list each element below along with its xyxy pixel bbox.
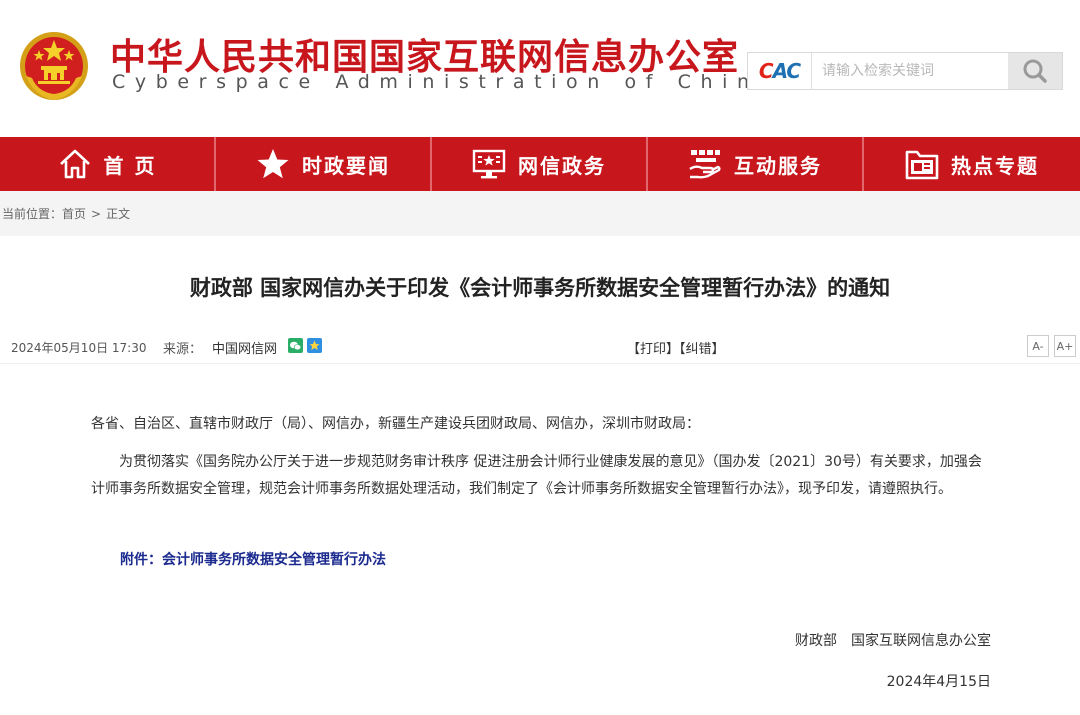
breadcrumb-separator: >	[91, 207, 102, 221]
home-icon	[58, 147, 92, 181]
source-label: 来源：	[163, 342, 203, 357]
attachment-label: 附件：	[120, 552, 162, 568]
breadcrumb-current: 正文	[106, 207, 131, 221]
nav-label: 互动服务	[734, 153, 822, 178]
nav-item-affairs[interactable]: 网信政务	[432, 137, 648, 191]
hand-service-icon	[688, 147, 722, 181]
qzone-share-icon[interactable]	[307, 338, 322, 353]
font-larger-label: A+	[1056, 339, 1074, 353]
search-box: CAC	[747, 52, 1063, 90]
breadcrumb-home-link[interactable]: 首页	[62, 207, 86, 221]
nav-item-topics[interactable]: 热点专题	[864, 137, 1080, 191]
article-source: 来源： 中国网信网	[163, 338, 277, 357]
folder-icon	[905, 147, 939, 181]
source-value: 中国网信网	[212, 342, 278, 357]
nav-item-home[interactable]: 首 页	[0, 137, 216, 191]
main-nav: 首 页 时政要闻 网信政务 互动服务 热点专题	[0, 137, 1080, 191]
font-smaller-button[interactable]: A-	[1027, 335, 1049, 357]
search-button[interactable]	[1008, 53, 1062, 89]
article-body: 各省、自治区、直辖市财政厅（局）、网信办，新疆生产建设兵团财政局、网信办，深圳市…	[91, 411, 991, 503]
wechat-share-icon[interactable]	[288, 338, 303, 353]
search-input[interactable]	[813, 53, 1009, 89]
site-subtitle: Cyberspace Administration of China	[112, 71, 780, 93]
nav-label: 首 页	[103, 153, 157, 178]
nav-item-news[interactable]: 时政要闻	[216, 137, 432, 191]
sign-date: 2024年4月15日	[886, 674, 991, 690]
national-emblem-icon[interactable]	[14, 26, 94, 106]
nav-item-interactive[interactable]: 互动服务	[648, 137, 864, 191]
site-header: 中华人民共和国国家互联网信息办公室 Cyberspace Administrat…	[0, 0, 1080, 137]
attachment: 附件：会计师事务所数据安全管理暂行办法	[120, 549, 386, 569]
cac-logo: CAC	[748, 53, 812, 89]
star-icon	[256, 147, 290, 181]
search-icon	[1023, 59, 1047, 83]
print-link[interactable]: 【打印】	[627, 342, 679, 357]
monitor-icon	[472, 147, 506, 181]
breadcrumb-bar: 当前位置：首页 > 正文	[0, 191, 1080, 236]
publish-date: 2024年05月10日 17:30	[11, 341, 147, 355]
attachment-link[interactable]: 会计师事务所数据安全管理暂行办法	[162, 552, 386, 568]
nav-label: 网信政务	[518, 153, 606, 178]
breadcrumb: 当前位置：首页 > 正文	[2, 205, 130, 222]
share-buttons	[288, 338, 322, 353]
article-title: 财政部 国家网信办关于印发《会计师事务所数据安全管理暂行办法》的通知	[189, 276, 891, 300]
font-smaller-label: A-	[1032, 339, 1044, 353]
article-tools: 【打印】【纠错】	[627, 338, 725, 357]
font-larger-button[interactable]: A+	[1054, 335, 1076, 357]
nav-label: 热点专题	[951, 153, 1039, 178]
signatories: 财政部 国家互联网信息办公室	[795, 633, 991, 649]
article-meta: 2024年05月10日 17:30 来源： 中国网信网 【打印】【纠错】 A- A…	[0, 328, 1080, 364]
nav-label: 时政要闻	[302, 153, 390, 178]
salutation: 各省、自治区、直辖市财政厅（局）、网信办，新疆生产建设兵团财政局、网信办，深圳市…	[91, 416, 700, 432]
breadcrumb-prefix: 当前位置：	[2, 207, 63, 221]
body-paragraph: 为贯彻落实《国务院办公厅关于进一步规范财务审计秩序 促进注册会计师行业健康发展的…	[91, 454, 982, 497]
correct-link[interactable]: 【纠错】	[679, 342, 725, 357]
